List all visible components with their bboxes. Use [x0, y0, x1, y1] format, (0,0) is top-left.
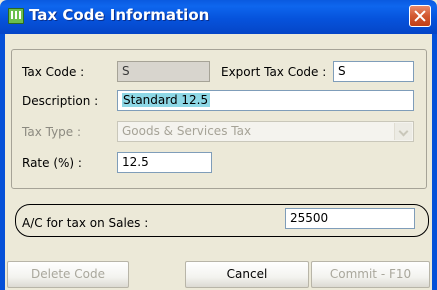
description-value: Standard 12.5 [122, 93, 211, 107]
rate-value: 12.5 [122, 155, 149, 169]
tax-type-label: Tax Type : [22, 125, 82, 139]
rate-field[interactable]: 12.5 [117, 152, 212, 173]
title-bar[interactable]: Tax Code Information [0, 0, 437, 34]
close-button[interactable] [409, 5, 431, 27]
export-tax-code-field[interactable]: S [333, 61, 414, 82]
delete-code-button[interactable]: Delete Code [7, 261, 129, 288]
window-frame-right [432, 34, 437, 290]
tax-type-select[interactable]: Goods & Services Tax [117, 121, 414, 142]
tax-type-value: Goods & Services Tax [122, 124, 252, 138]
sales-account-label: A/C for tax on Sales : [22, 216, 149, 230]
sales-account-value: 25500 [290, 211, 329, 225]
tax-code-dialog: Tax Code Information Tax Code : S Export… [0, 0, 437, 290]
sales-account-field[interactable]: 25500 [285, 208, 415, 229]
button-bar: Delete Code Cancel Commit - F10 [5, 257, 432, 290]
export-tax-code-label: Export Tax Code : [221, 65, 327, 79]
export-tax-code-value: S [338, 64, 346, 78]
window-frame-left [0, 34, 5, 290]
chevron-down-icon[interactable] [394, 123, 412, 140]
description-field[interactable]: Standard 12.5 [117, 90, 414, 111]
commit-button[interactable]: Commit - F10 [311, 261, 430, 288]
tax-code-value: S [122, 64, 130, 78]
tax-code-label: Tax Code : [22, 65, 85, 79]
tax-code-field: S [117, 61, 210, 82]
cancel-button[interactable]: Cancel [185, 261, 309, 288]
app-icon [8, 8, 24, 24]
rate-label: Rate (%) : [22, 156, 82, 170]
description-label: Description : [22, 94, 99, 108]
window-title: Tax Code Information [29, 6, 210, 24]
